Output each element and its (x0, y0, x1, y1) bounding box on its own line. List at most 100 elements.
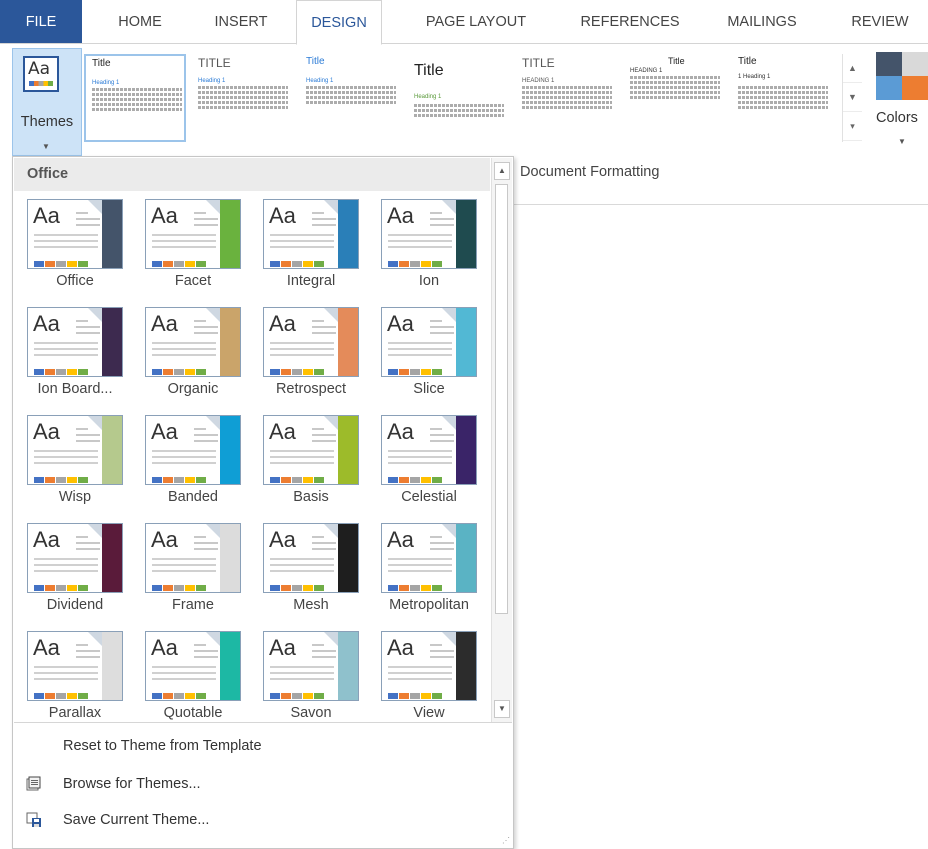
style-set-heading: 1 Heading 1 (738, 74, 771, 80)
theme-preview-icon: Aa (381, 415, 477, 485)
reset-theme-label: Reset to Theme from Template (63, 738, 262, 754)
theme-preview-icon: Aa (381, 307, 477, 377)
style-set-title: TITLE (522, 56, 555, 70)
browse-themes-menu-item[interactable]: Browse for Themes... (14, 769, 512, 801)
scroll-up-icon[interactable]: ▲ (494, 162, 510, 180)
theme-font-sample: Aa (387, 527, 414, 552)
style-set-title: TITLE (198, 56, 231, 70)
tab-review[interactable]: REVIEW (832, 0, 928, 44)
section-header: Office (14, 158, 490, 191)
style-set-title: Title (738, 56, 757, 67)
theme-preview-icon: Aa (27, 199, 123, 269)
theme-font-sample: Aa (269, 203, 296, 228)
theme-tile[interactable]: Aa Wisp (19, 411, 131, 523)
theme-preview-icon: Aa (27, 523, 123, 593)
reset-theme-menu-item[interactable]: Reset to Theme from Template (14, 731, 512, 763)
tab-file[interactable]: FILE (0, 0, 82, 44)
style-set-title: Title (414, 62, 444, 79)
theme-font-sample: Aa (269, 311, 296, 336)
gallery-scroll-up-icon[interactable]: ▲ (843, 54, 862, 83)
style-set-gallery: Title Heading 1 TITLE Heading 1 Title He… (84, 54, 842, 142)
style-set-heading: HEADING 1 (522, 78, 555, 84)
colors-swatch-icon[interactable] (876, 52, 928, 100)
theme-tile[interactable]: Aa Facet (137, 195, 249, 307)
theme-tile[interactable]: Aa Ion (373, 195, 485, 307)
theme-preview-icon: Aa (145, 415, 241, 485)
theme-name-label: Basis (293, 489, 329, 505)
theme-tile[interactable]: Aa Dividend (19, 519, 131, 631)
style-set-heading: HEADING 1 (630, 68, 663, 74)
colors-label[interactable]: Colors (876, 110, 918, 126)
tab-mailings[interactable]: MAILINGS (706, 0, 818, 44)
theme-font-sample: Aa (151, 419, 178, 444)
theme-tile[interactable]: Aa Retrospect (255, 303, 367, 415)
theme-font-sample: Aa (387, 635, 414, 660)
section-label-office: Office (27, 166, 69, 182)
style-set-item[interactable]: Title HEADING 1 (624, 54, 726, 142)
scroll-down-icon[interactable]: ▼ (494, 700, 510, 718)
divider (14, 722, 512, 723)
theme-preview-icon: Aa (381, 631, 477, 701)
theme-preview-icon: Aa (27, 631, 123, 701)
style-set-item[interactable]: TITLE HEADING 1 (516, 54, 618, 142)
style-set-item[interactable]: Title Heading 1 (408, 54, 510, 142)
theme-tile[interactable]: Aa Organic (137, 303, 249, 415)
style-set-item[interactable]: TITLE Heading 1 (192, 54, 294, 142)
style-set-heading: Heading 1 (198, 78, 226, 84)
theme-font-sample: Aa (33, 203, 60, 228)
theme-tile[interactable]: Aa Metropolitan (373, 519, 485, 631)
theme-name-label: Ion (418, 273, 440, 289)
theme-tile[interactable]: Aa Frame (137, 519, 249, 631)
tab-page-layout[interactable]: PAGE LAYOUT (402, 0, 550, 44)
style-set-title: Title (92, 58, 111, 69)
theme-preview-icon: Aa (263, 307, 359, 377)
theme-tile[interactable]: Aa Banded (137, 411, 249, 523)
style-set-item[interactable]: Title Heading 1 (84, 54, 186, 142)
theme-name-label: Retrospect (275, 381, 347, 397)
save-theme-label: Save Current Theme... (63, 812, 210, 828)
style-set-heading: Heading 1 (306, 78, 334, 84)
themes-button[interactable]: Aa Themes ▼ (12, 48, 82, 156)
style-set-title: Title (306, 56, 325, 67)
tab-design[interactable]: DESIGN (296, 0, 382, 45)
theme-preview-icon: Aa (27, 307, 123, 377)
theme-font-sample: Aa (33, 311, 60, 336)
gallery-more-icon[interactable]: ▾ (843, 112, 862, 141)
theme-tile[interactable]: Aa Basis (255, 411, 367, 523)
theme-name-label: Slice (413, 381, 445, 397)
theme-name-label: Integral (286, 273, 336, 289)
theme-tile[interactable]: Aa Slice (373, 303, 485, 415)
theme-name-label: Ion Board... (37, 381, 113, 397)
theme-tile[interactable]: Aa Integral (255, 195, 367, 307)
scroll-thumb[interactable] (495, 184, 508, 614)
tab-home[interactable]: HOME (104, 0, 176, 44)
divider (514, 204, 928, 205)
save-theme-menu-item[interactable]: Save Current Theme... (14, 805, 512, 837)
theme-name-label: Frame (172, 597, 214, 613)
style-set-heading: Heading 1 (92, 80, 120, 86)
theme-preview-icon: Aa (145, 523, 241, 593)
theme-preview-icon: Aa (27, 415, 123, 485)
theme-name-label: Mesh (293, 597, 329, 613)
dropdown-scrollbar[interactable]: ▲ ▼ (491, 158, 512, 722)
theme-name-label: Quotable (163, 705, 223, 721)
theme-name-label: Metropolitan (389, 597, 469, 613)
theme-tile[interactable]: Aa Ion Board... (19, 303, 131, 415)
tab-references[interactable]: REFERENCES (560, 0, 700, 44)
theme-font-sample: Aa (151, 311, 178, 336)
theme-tile[interactable]: Aa Celestial (373, 411, 485, 523)
theme-font-sample: Aa (33, 527, 60, 552)
tab-insert[interactable]: INSERT (200, 0, 282, 44)
chevron-down-icon: ▼ (42, 142, 50, 151)
theme-font-sample: Aa (33, 419, 60, 444)
theme-name-label: View (413, 705, 445, 721)
theme-tile[interactable]: Aa Office (19, 195, 131, 307)
style-set-item[interactable]: Title 1 Heading 1 (732, 54, 834, 142)
resize-grip-icon[interactable]: ⋰ (502, 836, 510, 845)
style-set-title: Title (668, 56, 685, 66)
theme-font-sample: Aa (387, 419, 414, 444)
style-set-item[interactable]: Title Heading 1 (300, 54, 402, 142)
theme-tile[interactable]: Aa Mesh (255, 519, 367, 631)
theme-preview-icon: Aa (145, 199, 241, 269)
gallery-scroll-down-icon[interactable]: ▼ (843, 83, 862, 112)
